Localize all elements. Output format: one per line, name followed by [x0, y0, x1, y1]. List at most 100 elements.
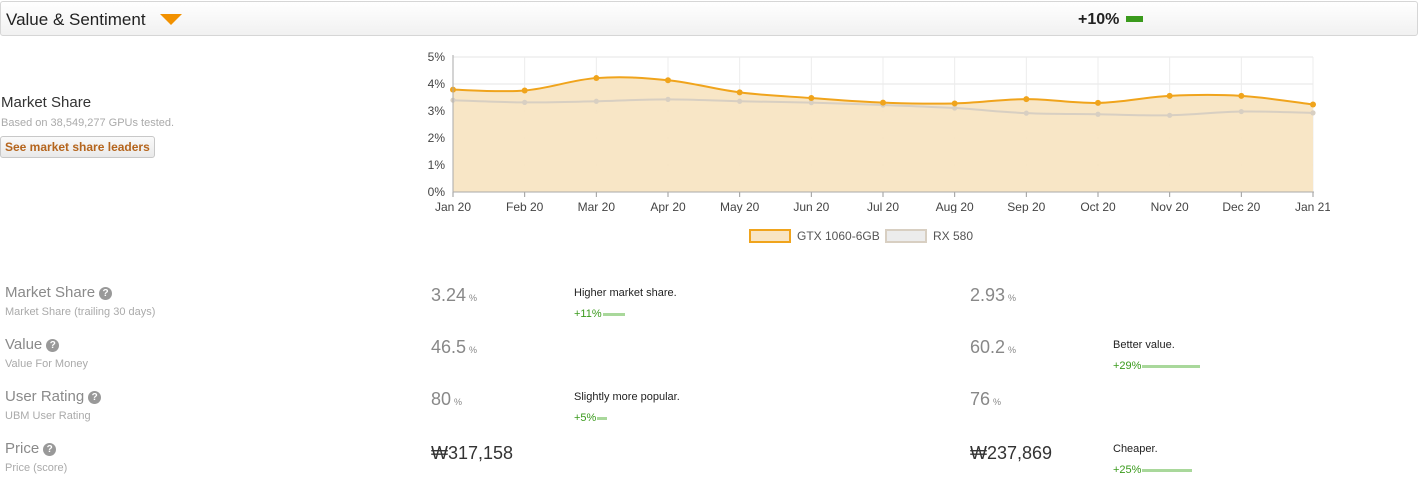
help-icon[interactable]: ?: [43, 443, 57, 456]
y-tick-label: 4%: [428, 77, 446, 91]
point-rx-580: [593, 98, 599, 104]
stat-subtitle: UBM User Rating: [5, 410, 91, 422]
x-tick-label: Feb 20: [506, 200, 544, 213]
value-sentiment-panel: Value & Sentiment +10% Market Share Base…: [0, 0, 1420, 485]
value-b: 60.2%: [970, 337, 1016, 358]
help-icon[interactable]: ?: [99, 287, 113, 300]
stat-subtitle: Market Share (trailing 30 days): [5, 306, 156, 318]
y-tick-label: 1%: [428, 158, 446, 172]
stat-name: Market Share?: [5, 284, 113, 301]
comparison-comment-a: Slightly more popular.: [574, 391, 680, 403]
stat-name-label: Value: [5, 336, 43, 353]
section-header[interactable]: Value & Sentiment +10%: [0, 1, 1418, 36]
value-a-number: 3.24: [431, 285, 467, 305]
comparison-bar-b: [1142, 469, 1193, 472]
x-tick-label: Jul 20: [867, 200, 899, 213]
y-tick-label: 2%: [428, 131, 446, 145]
value-a: ₩317,158: [431, 443, 516, 464]
stat-name-label: Market Share: [5, 284, 96, 301]
value-b-number: 60.2: [970, 337, 1006, 357]
value-b: ₩237,869: [970, 443, 1055, 464]
stat-name: Price?: [5, 440, 57, 457]
y-tick-label: 3%: [428, 104, 446, 118]
point-gtx-1060: [521, 87, 528, 94]
comparison-pct-b: +25%: [1113, 464, 1142, 476]
stat-name-label: Price: [5, 440, 40, 457]
comparison-bar-a: [603, 313, 626, 316]
stat-subtitle: Price (score): [5, 462, 68, 474]
y-tick-label: 5%: [428, 50, 446, 64]
value-b-number: ₩237,869: [970, 443, 1053, 463]
point-rx-580: [522, 99, 528, 105]
value-a-number: ₩317,158: [431, 443, 514, 463]
comparison-pct-b: +29%: [1113, 360, 1142, 372]
point-gtx-1060: [808, 95, 815, 102]
point-rx-580: [1167, 112, 1173, 118]
x-tick-label: Jun 20: [793, 200, 829, 213]
comparison-pct-a: +5%: [574, 412, 597, 424]
comparison-comment-b: Cheaper.: [1113, 443, 1158, 455]
market-share-chart: 0% 1% 2% 3% 4% 5% Jan 20 Feb 20 Mar 20 Apr 20 May …: [428, 50, 1330, 213]
legend-item-gtx-1060[interactable]: GTX 1060-6GB: [749, 228, 880, 243]
x-tick-label: Dec 20: [1222, 200, 1260, 213]
stat-row-price: Price? Price (score) ₩317,158 ₩237,869 Cheap…: [0, 440, 1420, 485]
value-b: 2.93%: [970, 285, 1016, 306]
value-b-number: 76: [970, 389, 991, 409]
point-rx-580: [1238, 108, 1244, 115]
market-share-leaders-button[interactable]: See market share leaders: [0, 136, 155, 158]
x-tick-label: Mar 20: [578, 200, 616, 213]
value-a-unit: %: [469, 293, 478, 303]
x-tick-label: Apr 20: [650, 200, 686, 213]
stat-row-market-share: Market Share? Market Share (trailing 30 d…: [0, 284, 1420, 336]
point-gtx-1060: [1310, 101, 1316, 108]
x-tick-label: Sep 20: [1007, 200, 1045, 213]
point-rx-580: [737, 98, 743, 104]
help-icon[interactable]: ?: [46, 339, 60, 352]
value-a: 3.24%: [431, 285, 477, 306]
legend-label: RX 580: [933, 228, 974, 243]
value-a: 46.5%: [431, 337, 477, 358]
point-rx-580: [1095, 111, 1101, 117]
comparison-bar-a: [596, 417, 607, 420]
point-gtx-1060: [951, 100, 958, 107]
x-tick-label: Jan 21: [1295, 200, 1330, 213]
legend-swatch: [885, 228, 927, 243]
stat-name: Value?: [5, 336, 60, 353]
value-a-number: 80: [431, 389, 452, 409]
stat-subtitle: Value For Money: [5, 358, 88, 370]
comparison-bar-b: [1142, 365, 1201, 368]
point-gtx-1060: [665, 77, 671, 84]
legend-item-rx-580[interactable]: RX 580: [885, 228, 973, 243]
x-tick-label: May 20: [720, 200, 760, 213]
x-tick-label: Nov 20: [1151, 200, 1189, 213]
x-tick-label: Aug 20: [936, 200, 974, 213]
point-gtx-1060: [880, 99, 886, 106]
help-icon[interactable]: ?: [88, 391, 102, 404]
value-a-unit: %: [469, 345, 478, 355]
value-a-number: 46.5: [431, 337, 467, 357]
value-b: 76%: [970, 389, 1001, 410]
value-b-number: 2.93: [970, 285, 1006, 305]
point-gtx-1060: [1023, 96, 1030, 103]
point-gtx-1060: [1095, 99, 1101, 106]
comparison-comment-b: Better value.: [1113, 339, 1175, 351]
stat-name: User Rating?: [5, 388, 102, 405]
collapse-arrow-icon[interactable]: [160, 14, 182, 25]
comparison-comment-a: Higher market share.: [574, 287, 677, 299]
value-a-unit: %: [454, 397, 463, 407]
value-b-unit: %: [1008, 293, 1017, 303]
point-gtx-1060: [1238, 92, 1245, 99]
delta-bar: [1126, 16, 1143, 22]
point-gtx-1060: [1166, 92, 1173, 99]
section-title: Value & Sentiment: [6, 10, 146, 29]
market-share-title: Market Share: [1, 94, 92, 111]
value-b-unit: %: [1008, 345, 1017, 355]
stat-name-label: User Rating: [5, 388, 85, 405]
point-rx-580: [1310, 110, 1316, 116]
point-gtx-1060: [736, 89, 743, 96]
y-tick-label: 0%: [428, 185, 446, 199]
point-rx-580: [1023, 110, 1029, 116]
point-rx-580: [665, 96, 671, 102]
x-tick-label: Jan 20: [435, 200, 471, 213]
value-a: 80%: [431, 389, 462, 410]
